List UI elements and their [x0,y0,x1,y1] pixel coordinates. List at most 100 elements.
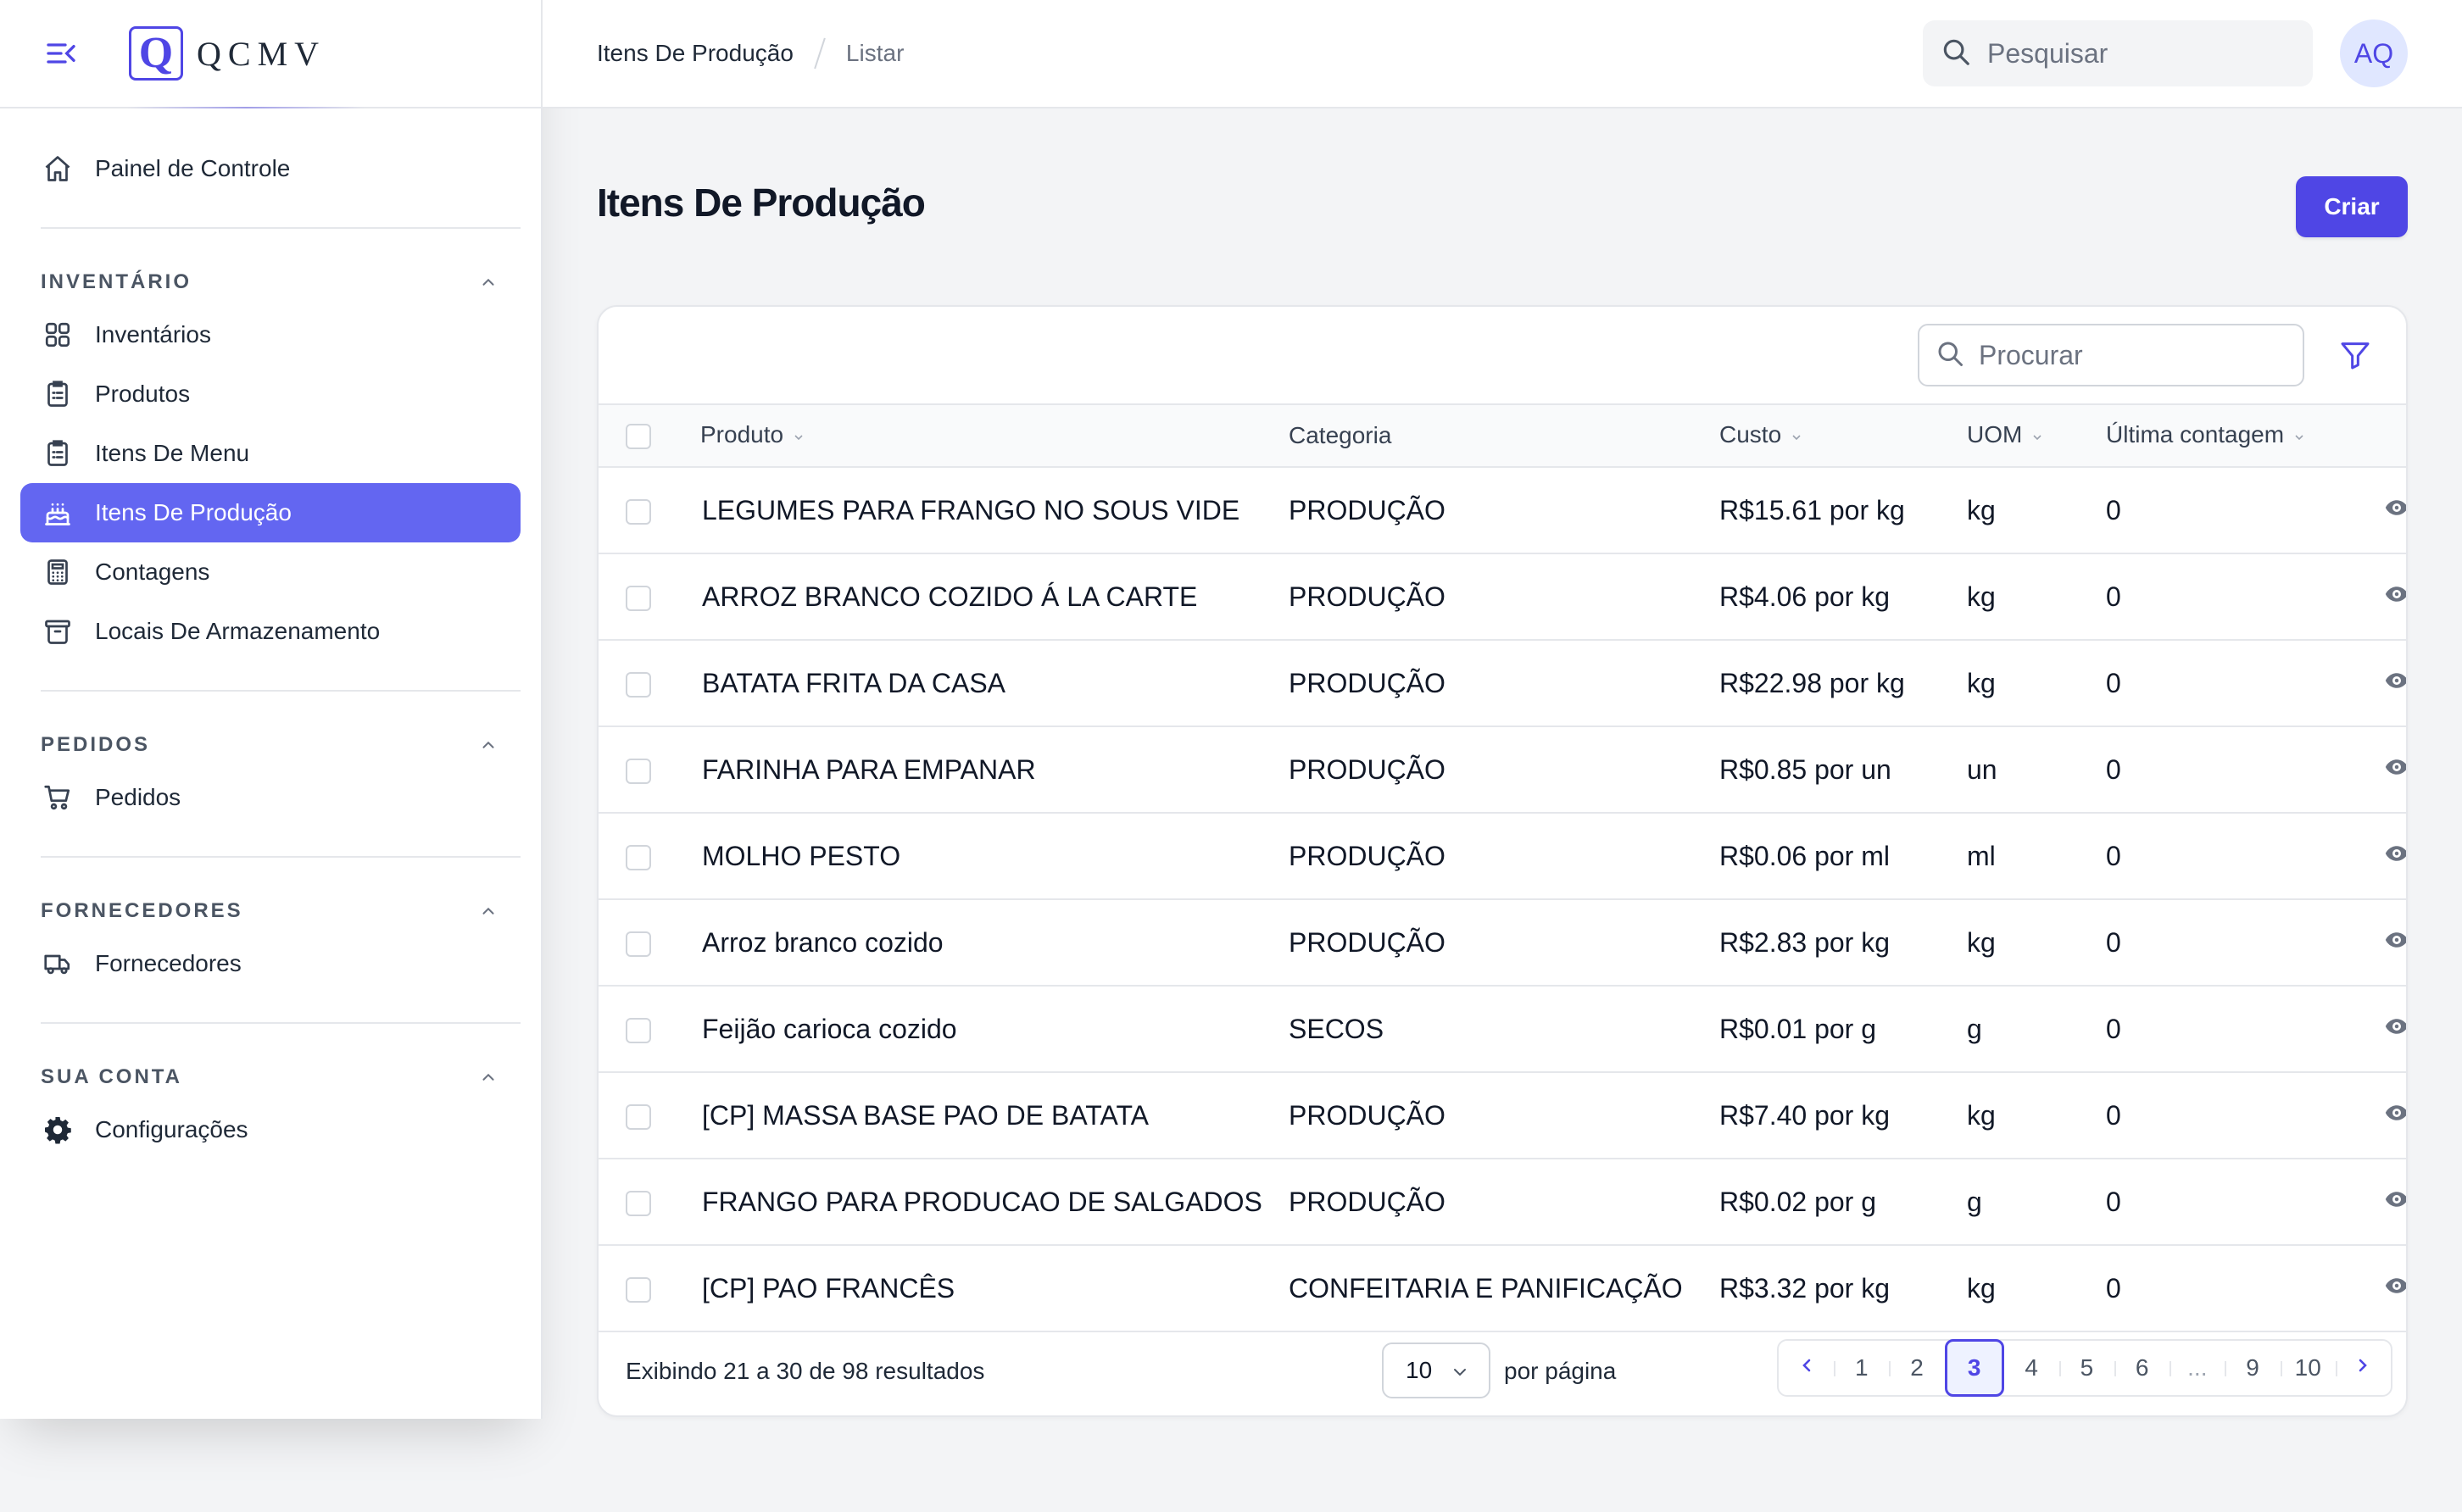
column-header-custo[interactable]: Custo [1719,404,1967,467]
cell-ultima-contagem: 0 [2106,581,2121,612]
row-checkbox[interactable] [626,1018,651,1044]
sidebar-item-pedidos[interactable]: Pedidos [20,768,521,827]
table-toolbar [599,307,2406,403]
global-search[interactable] [1923,20,2313,86]
row-checkbox[interactable] [626,1277,651,1304]
search-icon [1935,338,1965,373]
table-search[interactable] [1918,324,2304,386]
table-row[interactable]: FARINHA PARA EMPANAR PRODUÇÃO R$0.85 por… [599,726,2406,813]
cell-uom: kg [1967,667,1996,698]
row-checkbox[interactable] [626,672,651,698]
cell-produto: MOLHO PESTO [702,840,901,871]
breadcrumb: Itens De Produção Listar [597,37,904,69]
user-avatar[interactable]: AQ [2340,19,2408,87]
column-header-produto[interactable]: Produto [700,404,1289,467]
row-checkbox[interactable] [626,586,651,612]
row-checkbox[interactable] [626,499,651,525]
view-eye-icon[interactable] [2384,927,2406,959]
view-eye-icon[interactable] [2384,1014,2406,1046]
global-search-input[interactable] [1987,37,2292,69]
view-eye-icon[interactable] [2384,668,2406,700]
cell-produto: ARROZ BRANCO COZIDO Á LA CARTE [702,581,1198,612]
divider [41,1022,521,1024]
cell-custo: R$0.02 por g [1719,1186,1877,1217]
archive-icon [41,614,75,648]
table-row[interactable]: FRANGO PARA PRODUCAO DE SALGADOS PRODUÇÃ… [599,1159,2406,1245]
row-checkbox[interactable] [626,845,651,871]
cell-custo: R$22.98 por kg [1719,667,1905,698]
cell-ultima-contagem: 0 [2106,1186,2121,1217]
sidebar-item-inventarios[interactable]: Inventários [20,305,521,364]
table-row[interactable]: MOLHO PESTO PRODUÇÃO R$0.06 por ml ml 0 [599,813,2406,899]
cake-icon [41,496,75,530]
page-button-9[interactable]: 9 [2225,1341,2280,1395]
view-eye-icon[interactable] [2384,1273,2406,1305]
page-ellipsis: ... [2170,1341,2225,1395]
table-row[interactable]: Arroz branco cozido PRODUÇÃO R$2.83 por … [599,899,2406,986]
view-eye-icon[interactable] [2384,754,2406,787]
sidebar-item-fornecedores[interactable]: Fornecedores [20,934,521,993]
previous-page-button[interactable] [1779,1341,1834,1395]
group-pedidos-toggle[interactable]: PEDIDOS [20,715,521,775]
app-logo[interactable]: Q QCMV [129,26,326,81]
cell-categoria: PRODUÇÃO [1289,494,1445,525]
create-button[interactable]: Criar [2296,176,2408,237]
column-header-uom[interactable]: UOM [1967,404,2106,467]
cell-produto: BATATA FRITA DA CASA [702,667,1005,698]
view-eye-icon[interactable] [2384,1100,2406,1132]
cell-uom: kg [1967,1099,1996,1131]
page-button-4[interactable]: 4 [2004,1341,2059,1395]
table-row[interactable]: LEGUMES PARA FRANGO NO SOUS VIDE PRODUÇÃ… [599,467,2406,553]
page-button-1[interactable]: 1 [1834,1341,1889,1395]
page-button-6[interactable]: 6 [2114,1341,2170,1395]
table-row[interactable]: [CP] PAO FRANCÊS CONFEITARIA E PANIFICAÇ… [599,1245,2406,1331]
sidebar-item-dashboard[interactable]: Painel de Controle [20,139,521,198]
per-page-label: por página [1504,1358,1617,1384]
sidebar-item-locais[interactable]: Locais De Armazenamento [20,602,521,661]
row-checkbox[interactable] [626,931,651,958]
column-header-categoria: Categoria [1289,422,1392,448]
table-row[interactable]: Feijão carioca cozido SECOS R$0.01 por g… [599,986,2406,1072]
sidebar-item-label: Contagens [95,559,210,585]
group-inventario-toggle[interactable]: INVENTÁRIO [20,253,521,312]
group-sua-conta-toggle[interactable]: SUA CONTA [20,1048,521,1107]
row-checkbox[interactable] [626,1191,651,1217]
sidebar-item-itens-de-producao[interactable]: Itens De Produção [20,483,521,542]
page-button-5[interactable]: 5 [2058,1341,2114,1395]
view-eye-icon[interactable] [2384,495,2406,527]
row-checkbox[interactable] [626,1104,651,1131]
page-button-10[interactable]: 10 [2280,1341,2336,1395]
sidebar-item-produtos[interactable]: Produtos [20,364,521,424]
sidebar-nav: Painel de Controle INVENTÁRIO Inventário… [0,139,541,1159]
table-search-input[interactable] [1979,339,2284,371]
collapse-menu-icon[interactable] [44,36,78,70]
sidebar-item-configuracoes[interactable]: Configurações [20,1100,521,1159]
select-all-checkbox[interactable] [626,424,651,450]
table-row[interactable]: ARROZ BRANCO COZIDO Á LA CARTE PRODUÇÃO … [599,553,2406,640]
next-page-button[interactable] [2335,1341,2391,1395]
row-checkbox[interactable] [626,759,651,785]
table-row[interactable]: BATATA FRITA DA CASA PRODUÇÃO R$22.98 po… [599,640,2406,726]
sidebar-item-itens-de-menu[interactable]: Itens De Menu [20,424,521,483]
cell-custo: R$0.01 por g [1719,1013,1877,1044]
chevron-down-icon [2292,423,2306,450]
sidebar-item-contagens[interactable]: Contagens [20,542,521,602]
group-title: FORNECEDORES [41,899,243,922]
page-button-2[interactable]: 2 [1889,1341,1944,1395]
sidebar-item-label: Inventários [95,321,211,347]
cell-ultima-contagem: 0 [2106,494,2121,525]
cell-categoria: PRODUÇÃO [1289,1099,1445,1131]
column-header-ultima-contagem[interactable]: Última contagem [2106,404,2357,467]
cell-ultima-contagem: 0 [2106,1099,2121,1131]
filter-icon[interactable] [2335,335,2376,375]
table-row[interactable]: [CP] MASSA BASE PAO DE BATATA PRODUÇÃO R… [599,1072,2406,1159]
cell-custo: R$0.85 por un [1719,753,1891,785]
view-eye-icon[interactable] [2384,581,2406,614]
group-fornecedores-toggle[interactable]: FORNECEDORES [20,881,521,941]
breadcrumb-item-itens-de-producao[interactable]: Itens De Produção [597,40,794,67]
per-page-select[interactable]: 10 [1382,1342,1490,1398]
view-eye-icon[interactable] [2384,1187,2406,1219]
cell-uom: kg [1967,1272,1996,1304]
view-eye-icon[interactable] [2384,841,2406,873]
page-button-3-current[interactable]: 3 [1944,1339,2004,1397]
